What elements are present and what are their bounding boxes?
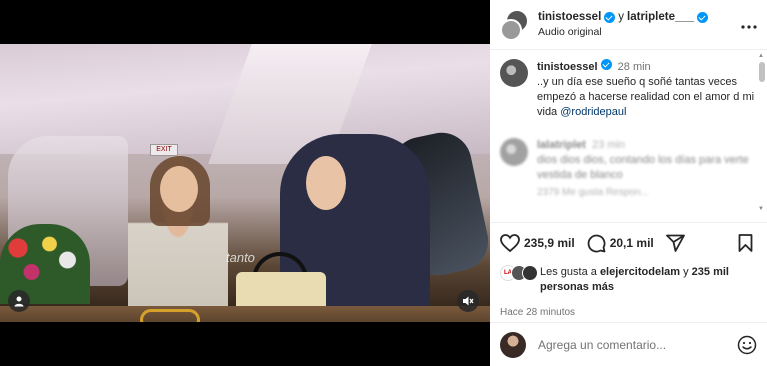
avatar [500, 331, 526, 358]
collab-username[interactable]: latriplete___ [627, 10, 694, 25]
comment-meta: 2379 Me gusta Respon... [537, 187, 649, 198]
avatar[interactable] [500, 59, 528, 87]
comment-input[interactable] [538, 337, 737, 352]
liker-avatars: LA [500, 265, 538, 281]
comment-text: dios dios dios, contando los días para v… [537, 154, 749, 181]
paper-plane-icon [665, 234, 685, 252]
ellipsis-icon [741, 24, 757, 29]
comment-time: 28 min [617, 61, 651, 73]
video-caption-overlay: tanto [226, 250, 255, 265]
mention-link[interactable]: @rodridepaul [560, 106, 626, 118]
liked-by-prefix: Les gusta a [540, 266, 600, 278]
emoji-icon[interactable] [737, 335, 757, 355]
comment-button[interactable]: 20,1 mil [587, 234, 654, 253]
liked-by-middle: y [680, 266, 692, 278]
heart-icon [500, 234, 520, 252]
person-left-face [160, 166, 198, 212]
header-text: tinistoessel y latriplete___ Audio origi… [538, 10, 741, 40]
sunglasses [140, 309, 200, 322]
collab-avatars[interactable] [500, 9, 530, 41]
comments-count: 20,1 mil [609, 236, 654, 250]
verified-badge-icon [600, 59, 612, 70]
caption-comment: tinistoessel 28 min ..y un día ese sueño… [490, 51, 767, 120]
header-usernames: tinistoessel y latriplete___ [538, 10, 741, 25]
avatar [500, 18, 522, 41]
comment-bubble-icon [587, 234, 606, 252]
list-item: lalatriplet 23 min dios dios dios, conta… [490, 120, 767, 200]
scroll-down-arrow-icon[interactable]: ▼ [758, 206, 764, 212]
speaker-muted-icon [463, 296, 474, 306]
tagged-users-button[interactable] [8, 290, 30, 312]
action-bar: 235,9 mil 20,1 mil [500, 231, 757, 255]
conjunction: y [618, 10, 625, 23]
liked-by[interactable]: LA Les gusta a elejercitodelam y 235 mil… [500, 265, 757, 295]
comment-body: tinistoessel 28 min ..y un día ese sueño… [537, 59, 757, 120]
wooden-table [0, 306, 490, 322]
avatar[interactable] [500, 138, 528, 166]
post-actions: 235,9 mil 20,1 mil LA Les gusta a elejer… [490, 222, 767, 318]
share-button[interactable] [665, 234, 689, 252]
comment-username[interactable]: tinistoessel [537, 61, 598, 73]
comment-body: lalatriplet 23 min dios dios dios, conta… [537, 138, 757, 200]
post-side-panel: tinistoessel y latriplete___ Audio origi… [490, 0, 767, 366]
like-button[interactable]: 235,9 mil [500, 234, 575, 252]
add-comment-bar [490, 322, 767, 366]
post-header: tinistoessel y latriplete___ Audio origi… [490, 0, 767, 50]
liker-username[interactable]: elejercitodelam [600, 266, 680, 278]
save-button[interactable] [738, 234, 757, 252]
bookmark-icon [738, 234, 753, 252]
post-timestamp[interactable]: Hace 28 minutos [500, 307, 757, 318]
mute-button[interactable] [457, 290, 479, 312]
more-options-button[interactable] [741, 16, 757, 34]
video-player[interactable]: EXIT tanto [0, 44, 490, 322]
likes-count: 235,9 mil [524, 236, 575, 250]
comments-section[interactable]: tinistoessel 28 min ..y un día ese sueño… [490, 51, 767, 221]
verified-badge-icon [604, 11, 616, 23]
comment-time: 23 min [591, 139, 625, 151]
scroll-up-arrow-icon[interactable]: ▲ [758, 53, 764, 59]
person-right-face [306, 156, 346, 210]
verified-badge-icon [697, 11, 709, 23]
avatar [522, 265, 538, 281]
user-icon [14, 296, 24, 307]
liked-by-text: Les gusta a elejercitodelam y 235 mil pe… [540, 265, 757, 295]
audio-label[interactable]: Audio original [538, 25, 741, 40]
comment-username[interactable]: lalatriplet [537, 139, 586, 151]
author-username[interactable]: tinistoessel [538, 10, 601, 25]
media-pane: EXIT tanto [0, 0, 490, 366]
scrollbar-thumb[interactable] [759, 62, 765, 82]
